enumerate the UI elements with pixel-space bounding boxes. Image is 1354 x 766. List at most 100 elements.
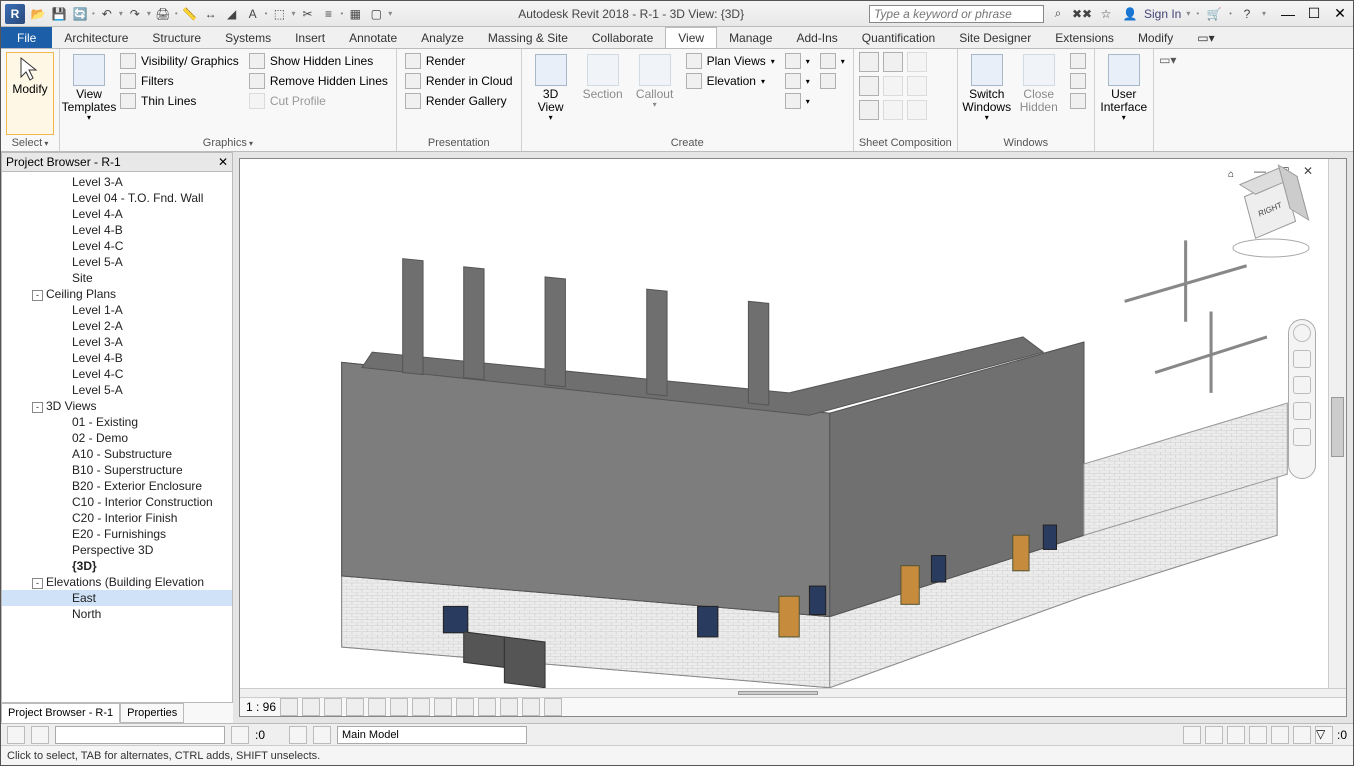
elevation-button[interactable]: Elevation ▾ (683, 72, 778, 90)
tree-item[interactable]: Level 4-C (2, 238, 232, 254)
sb-link2-icon[interactable] (1227, 726, 1245, 744)
sb-drag-icon[interactable] (1271, 726, 1289, 744)
vc-render-icon[interactable] (368, 698, 386, 716)
ribbon-minimize-icon[interactable]: ▭▾ (1154, 49, 1182, 151)
callout-button[interactable]: Callout▾ (631, 52, 679, 135)
tree-item[interactable]: -Elevations (Building Elevation (2, 574, 232, 590)
closehidden-button[interactable]: Close Hidden (1015, 52, 1063, 135)
dup-button[interactable]: ▾ (782, 72, 813, 90)
sched-button[interactable]: ▾ (817, 52, 848, 70)
look-icon[interactable] (1293, 428, 1311, 446)
replicate-button[interactable] (1067, 52, 1089, 70)
orbit-icon[interactable] (1293, 402, 1311, 420)
tree-item[interactable]: 02 - Demo (2, 430, 232, 446)
pane-tab-properties[interactable]: Properties (120, 703, 184, 723)
tab-view[interactable]: View (665, 27, 717, 48)
vc-analytical-icon[interactable] (500, 698, 518, 716)
tree-item[interactable]: Level 3-A (2, 174, 232, 190)
sheet-ico-4[interactable] (859, 76, 879, 96)
vc-sun-icon[interactable] (324, 698, 342, 716)
tab-contextual-icon[interactable]: ▭▾ (1185, 27, 1226, 48)
tag-icon[interactable]: ◢ (222, 4, 242, 24)
redo-icon[interactable]: ↷ (125, 4, 145, 24)
tree-item[interactable]: {3D} (2, 558, 232, 574)
tree-item[interactable]: B20 - Exterior Enclosure (2, 478, 232, 494)
sheet-ico-5[interactable] (883, 76, 903, 96)
tree-item[interactable]: B10 - Superstructure (2, 462, 232, 478)
tab-addins[interactable]: Add-Ins (784, 27, 849, 48)
save-icon[interactable]: 💾 (49, 4, 69, 24)
sheet-ico-9[interactable] (907, 100, 927, 120)
tree-item[interactable]: North (2, 606, 232, 622)
tree-item[interactable]: Level 3-A (2, 334, 232, 350)
zoom-icon[interactable] (1293, 376, 1311, 394)
tree-item[interactable]: Level 5-A (2, 382, 232, 398)
3dview-button[interactable]: 3D View▾ (527, 52, 575, 135)
sheet-ico-2[interactable] (883, 52, 903, 72)
cascade-button[interactable] (1067, 72, 1089, 90)
panel-graphics-label[interactable]: Graphics (65, 135, 391, 151)
vc-style-icon[interactable] (302, 698, 320, 716)
drafting-button[interactable]: ▾ (782, 52, 813, 70)
sheet-ico-1[interactable] (859, 52, 879, 72)
section-button[interactable]: Section (579, 52, 627, 135)
tree-item[interactable]: Perspective 3D (2, 542, 232, 558)
open-icon[interactable]: 📂 (28, 4, 48, 24)
sheet-ico-8[interactable] (883, 100, 903, 120)
vc-temp-icon[interactable] (456, 698, 474, 716)
viewcube-face[interactable]: RIGHT (1244, 179, 1296, 239)
thinlines-button[interactable]: Thin Lines (117, 92, 242, 110)
dimension-icon[interactable]: ↔ (201, 4, 221, 24)
userinterface-button[interactable]: User Interface▾ (1100, 52, 1148, 135)
tree-item[interactable]: Level 5-A (2, 254, 232, 270)
tile-button[interactable] (1067, 92, 1089, 110)
comm-icon[interactable]: ✖✖ (1072, 4, 1092, 24)
tree-item[interactable]: -Ceiling Plans (2, 286, 232, 302)
panel-select-label[interactable]: Select (6, 135, 54, 151)
sync-icon[interactable]: 🔄 (70, 4, 90, 24)
pane-close-icon[interactable]: ✕ (218, 155, 228, 169)
file-tab[interactable]: File (1, 27, 52, 48)
tab-systems[interactable]: Systems (213, 27, 283, 48)
close-button[interactable]: ✕ (1331, 5, 1349, 23)
sheet-ico-6[interactable] (907, 76, 927, 96)
tab-massing[interactable]: Massing & Site (476, 27, 580, 48)
tab-analyze[interactable]: Analyze (409, 27, 476, 48)
home-icon[interactable]: ⌂ (1228, 169, 1234, 180)
vc-shadow-icon[interactable] (346, 698, 364, 716)
sb-link-icon[interactable] (289, 726, 307, 744)
section-icon[interactable]: ✂ (297, 4, 317, 24)
sb-select-icon[interactable] (1183, 726, 1201, 744)
tree-item[interactable]: E20 - Furnishings (2, 526, 232, 542)
tree-item[interactable]: Level 4-B (2, 222, 232, 238)
visibility-button[interactable]: Visibility/ Graphics (117, 52, 242, 70)
tab-modify[interactable]: Modify (1126, 27, 1185, 48)
pane-tab-browser[interactable]: Project Browser - R-1 (1, 703, 120, 723)
tree-item[interactable]: Level 2-A (2, 318, 232, 334)
sb-face-icon[interactable] (1249, 726, 1267, 744)
tab-annotate[interactable]: Annotate (337, 27, 409, 48)
3d-model-view[interactable] (240, 159, 1328, 688)
sb-background-icon[interactable] (1293, 726, 1311, 744)
tree-item[interactable]: 01 - Existing (2, 414, 232, 430)
tab-extensions[interactable]: Extensions (1043, 27, 1126, 48)
tree-item[interactable]: Level 4-B (2, 350, 232, 366)
minimize-button[interactable]: — (1279, 5, 1297, 23)
planviews-button[interactable]: Plan Views ▾ (683, 52, 778, 70)
pan-icon[interactable] (1293, 350, 1311, 368)
tree-item[interactable]: East (2, 590, 232, 606)
sb-designopt-select[interactable]: Main Model (337, 726, 527, 744)
search-icon[interactable]: ⌕ (1048, 4, 1068, 24)
tree-item[interactable]: Level 1-A (2, 302, 232, 318)
scope-button[interactable] (817, 72, 848, 90)
tree-item[interactable]: -3D Views (2, 398, 232, 414)
tab-collaborate[interactable]: Collaborate (580, 27, 665, 48)
exchange-icon[interactable]: 🛒 (1204, 4, 1224, 24)
undo-icon[interactable]: ↶ (97, 4, 117, 24)
closehidden-icon[interactable]: ▦ (345, 4, 365, 24)
tree-item[interactable]: Level 4-A (2, 206, 232, 222)
tree-item[interactable]: A10 - Substructure (2, 446, 232, 462)
signin-link[interactable]: Sign In (1144, 7, 1181, 21)
removehidden-button[interactable]: Remove Hidden Lines (246, 72, 391, 90)
vc-unlock-icon[interactable] (434, 698, 452, 716)
